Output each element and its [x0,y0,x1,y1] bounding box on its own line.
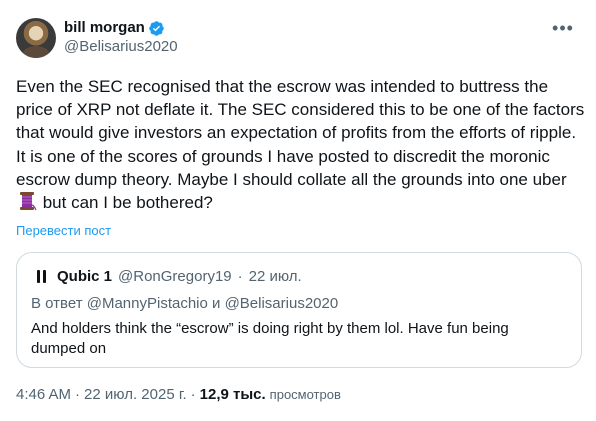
more-options-icon[interactable]: ••• [546,18,580,38]
post-text: Even the SEC recognised that the escrow … [16,75,586,214]
quoted-author-name[interactable]: Qubic 1 [57,268,112,285]
translate-post-link[interactable]: Перевести пост [16,223,111,238]
quoted-post-card[interactable]: Qubic 1 @RonGregory19 · 22 июл. В ответ … [16,252,582,368]
post-date[interactable]: 22 июл. 2025 г. [84,386,187,403]
post-text-part-1: Even the SEC recognised that the escrow … [16,77,589,189]
quoted-separator: · [237,267,243,285]
quoted-post-header: Qubic 1 @RonGregory19 · 22 июл. [31,266,302,286]
footer-separator-2: · [190,386,196,403]
author-handle[interactable]: @Belisarius2020 [64,37,178,57]
qubic-logo-icon [36,269,46,283]
post-text-part-2: but can I be bothered? [38,193,213,213]
verified-badge-icon[interactable] [148,20,165,37]
quoted-post-text: And holders think the “escrow” is doing … [31,320,509,357]
quoted-reply-to: В ответ @MannyPistachio и @Belisarius202… [31,295,339,312]
author-name-row: bill morgan [64,19,178,37]
author-avatar[interactable] [16,18,56,58]
footer-separator-1: · [75,386,81,403]
quoted-author-avatar[interactable] [31,266,51,286]
quoted-post-date[interactable]: 22 июл. [249,268,302,285]
author-display-name[interactable]: bill morgan [64,19,145,37]
post-footer: 4:46 AM · 22 июл. 2025 г. · 12,9 тыс. пр… [16,386,341,403]
post-time[interactable]: 4:46 AM [16,386,71,403]
quoted-author-handle[interactable]: @RonGregory19 [118,268,232,285]
author-names: bill morgan @Belisarius2020 [64,19,178,57]
post-header: bill morgan @Belisarius2020 ••• [16,16,580,60]
views-count: 12,9 тыс. [199,386,266,403]
views-label: просмотров [269,387,341,402]
thread-spool-emoji-icon [20,192,37,211]
